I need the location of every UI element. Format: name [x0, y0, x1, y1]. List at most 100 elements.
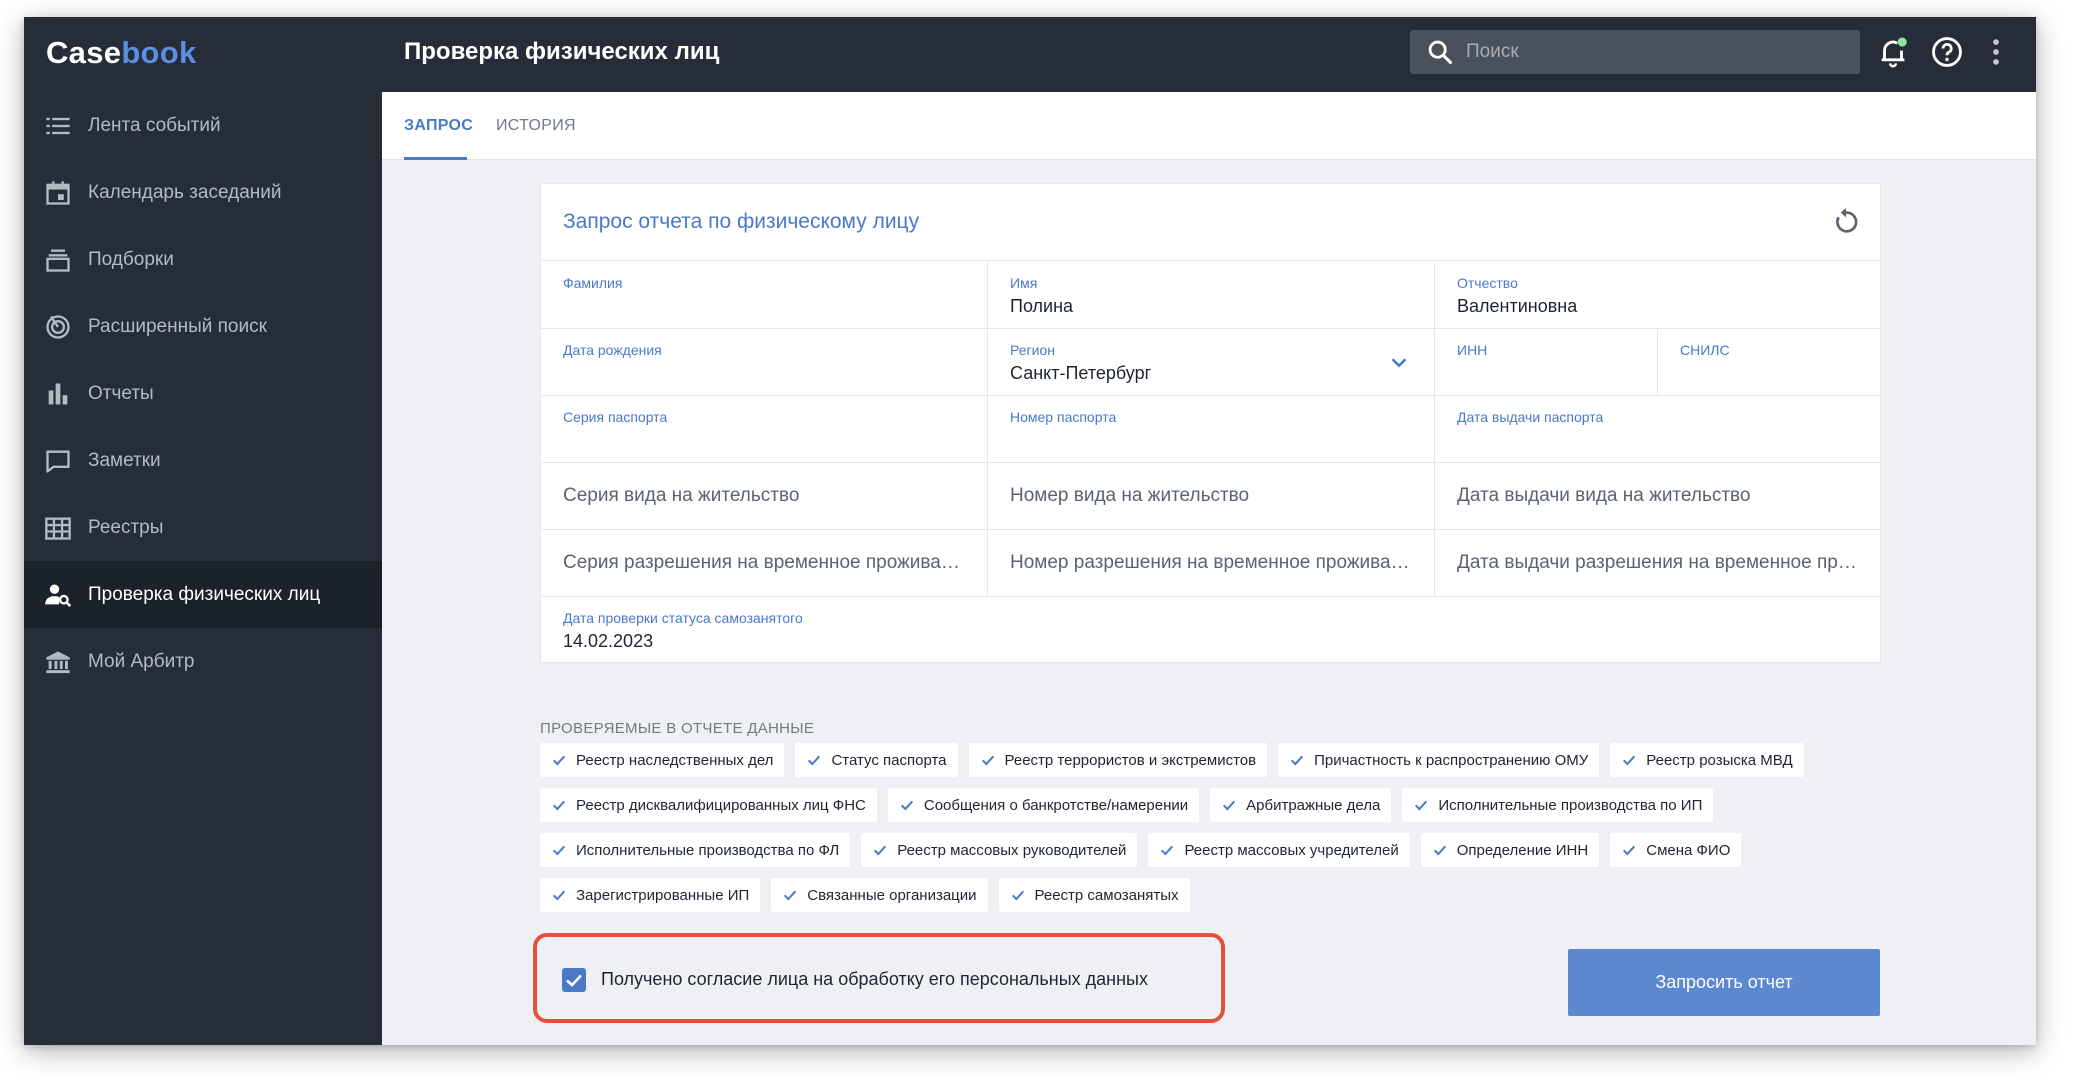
sidebar-item-feed[interactable]: Лента событий — [24, 92, 382, 159]
notification-bell-icon[interactable] — [1876, 35, 1910, 69]
sidebar-item-calendar[interactable]: Календарь заседаний — [24, 159, 382, 226]
more-menu-icon[interactable] — [1986, 35, 2006, 69]
check-icon — [1223, 800, 1236, 811]
check-icon — [981, 755, 994, 766]
checked-data-chip[interactable]: Сообщения о банкротстве/намерении — [887, 788, 1200, 822]
sidebar-item-label: Проверка физических лиц — [88, 583, 321, 605]
residence-series-field[interactable]: Серия вида на жительство — [541, 463, 988, 529]
checked-data-chip[interactable]: Определение ИНН — [1420, 833, 1600, 867]
patronymic-label: Отчество — [1457, 275, 1518, 291]
tab-request[interactable]: ЗАПРОС — [404, 92, 473, 160]
request-report-button[interactable]: Запросить отчет — [1568, 949, 1880, 1016]
birth-date-field[interactable]: Дата рождения — [541, 329, 988, 395]
residence-date-placeholder: Дата выдачи вида на жительство — [1457, 485, 1751, 506]
card-header: Запрос отчета по физическому лицу — [541, 184, 1882, 261]
chip-row: Зарегистрированные ИП Связанные организац… — [540, 878, 1881, 912]
chip-label: Смена ФИО — [1646, 841, 1731, 859]
tab-history[interactable]: ИСТОРИЯ — [496, 92, 576, 160]
chip-label: Реестр дисквалифицированных лиц ФНС — [576, 796, 866, 814]
checked-data-chip[interactable]: Реестр массовых руководителей — [861, 833, 1138, 867]
sidebar-item-label: Мой Арбитр — [88, 650, 195, 672]
app-window: Casebook Проверка физических лиц Поиск Л… — [24, 17, 2036, 1045]
comment-icon — [46, 450, 70, 473]
chip-label: Статус паспорта — [831, 751, 947, 769]
region-label: Регион — [1010, 342, 1055, 358]
residence-number-field[interactable]: Номер вида на жительство — [988, 463, 1435, 529]
form-title: Запрос отчета по физическому лицу — [563, 210, 920, 233]
request-form-card: Запрос отчета по физическому лицу Фамили… — [540, 183, 1882, 663]
patronymic-field[interactable]: Отчество Валентиновна — [1435, 262, 1882, 328]
checked-data-chip[interactable]: Исполнительные производства по ИП — [1402, 788, 1714, 822]
reset-icon[interactable] — [1830, 206, 1862, 238]
passport-date-label: Дата выдачи паспорта — [1457, 409, 1604, 425]
stack-icon — [46, 249, 70, 272]
checked-data-chip[interactable]: Зарегистрированные ИП — [540, 878, 761, 912]
person-search-icon — [45, 584, 72, 607]
checked-data-chip[interactable]: Реестр наследственных дел — [540, 743, 785, 777]
temp-series-field[interactable]: Серия разрешения на временное проживание — [541, 530, 988, 596]
residence-date-field[interactable]: Дата выдачи вида на жительство — [1435, 463, 1882, 529]
surname-label: Фамилия — [563, 275, 623, 291]
logo-text-book: book — [121, 35, 197, 70]
passport-number-label: Номер паспорта — [1010, 409, 1117, 425]
checked-data-chip[interactable]: Арбитражные дела — [1210, 788, 1392, 822]
temp-number-field[interactable]: Номер разрешения на временное проживание — [988, 530, 1435, 596]
name-field[interactable]: Имя Полина — [988, 262, 1435, 328]
tab-bar: ЗАПРОС ИСТОРИЯ — [382, 92, 2036, 160]
region-select[interactable]: Регион Санкт-Петербург — [988, 329, 1435, 395]
chip-label: Реестр массовых учредителей — [1184, 841, 1399, 859]
checked-data-chip[interactable]: Реестр розыска МВД — [1610, 743, 1804, 777]
checked-data-chip[interactable]: Статус паспорта — [795, 743, 958, 777]
check-icon — [552, 890, 566, 901]
checked-data-chip[interactable]: Причастность к распространению ОМУ — [1278, 743, 1600, 777]
chip-label: Реестр розыска МВД — [1646, 751, 1793, 769]
form-row-residence: Серия вида на жительство Номер вида на ж… — [541, 463, 1882, 530]
form-row-names: Фамилия Имя Полина Отчество Валентиновна — [541, 262, 1882, 329]
residence-series-placeholder: Серия вида на жительство — [563, 485, 800, 506]
snils-label: СНИЛС — [1680, 342, 1730, 358]
self-employed-date-field[interactable]: Дата проверки статуса самозанятого 14.02… — [541, 597, 1882, 663]
chip-label: Реестр самозанятых — [1034, 886, 1179, 904]
help-icon[interactable] — [1930, 35, 1964, 69]
sidebar-item-notes[interactable]: Заметки — [24, 427, 382, 494]
sidebar-item-advanced-search[interactable]: Расширенный поиск — [24, 293, 382, 360]
checked-data-chip[interactable]: Смена ФИО — [1610, 833, 1742, 867]
checked-data-chip[interactable]: Связанные организации — [771, 878, 988, 912]
sidebar-item-label: Подборки — [88, 248, 174, 270]
sidebar-item-registries[interactable]: Реестры — [24, 494, 382, 561]
temp-date-field[interactable]: Дата выдачи разрешения на временное про.… — [1435, 530, 1882, 596]
check-icon — [808, 755, 821, 766]
form-row-birth-region: Дата рождения Регион Санкт-Петербург ИНН… — [541, 329, 1882, 396]
checked-data-chip[interactable]: Реестр террористов и экстремистов — [968, 743, 1268, 777]
search-input[interactable] — [1454, 30, 1860, 74]
checked-data-chip[interactable]: Реестр самозанятых — [998, 878, 1190, 912]
consent-checkbox[interactable] — [562, 968, 586, 992]
check-icon — [874, 845, 887, 856]
bar-chart-icon — [48, 383, 68, 404]
passport-number-field[interactable]: Номер паспорта — [988, 396, 1435, 462]
check-icon — [1623, 755, 1636, 766]
inn-field[interactable]: ИНН — [1435, 329, 1658, 395]
temp-date-placeholder: Дата выдачи разрешения на временное про.… — [1457, 552, 1860, 573]
sidebar-item-label: Реестры — [88, 516, 164, 538]
sidebar-item-my-arbitr[interactable]: Мой Арбитр — [24, 628, 382, 695]
chevron-down-icon[interactable] — [1388, 351, 1410, 373]
passport-date-field[interactable]: Дата выдачи паспорта — [1435, 396, 1882, 462]
chip-label: Реестр наследственных дел — [576, 751, 774, 769]
snils-field[interactable]: СНИЛС — [1658, 329, 1882, 395]
name-label: Имя — [1010, 275, 1038, 291]
checked-data-chip[interactable]: Исполнительные производства по ФЛ — [540, 833, 851, 867]
sidebar-item-person-check[interactable]: Проверка физических лиц — [24, 561, 382, 628]
list-icon — [46, 117, 70, 134]
checked-data-chip[interactable]: Реестр дисквалифицированных лиц ФНС — [540, 788, 877, 822]
logo[interactable]: Casebook — [46, 35, 197, 71]
self-employed-value: 14.02.2023 — [563, 631, 654, 651]
checked-data-chip[interactable]: Реестр массовых учредителей — [1148, 833, 1410, 867]
passport-series-field[interactable]: Серия паспорта — [541, 396, 988, 462]
search-box[interactable] — [1410, 30, 1860, 74]
surname-field[interactable]: Фамилия — [541, 262, 988, 328]
sidebar-item-reports[interactable]: Отчеты — [24, 360, 382, 427]
sidebar-item-collections[interactable]: Подборки — [24, 226, 382, 293]
check-icon — [552, 800, 566, 811]
consent-label[interactable]: Получено согласие лица на обработку его … — [601, 969, 1148, 990]
